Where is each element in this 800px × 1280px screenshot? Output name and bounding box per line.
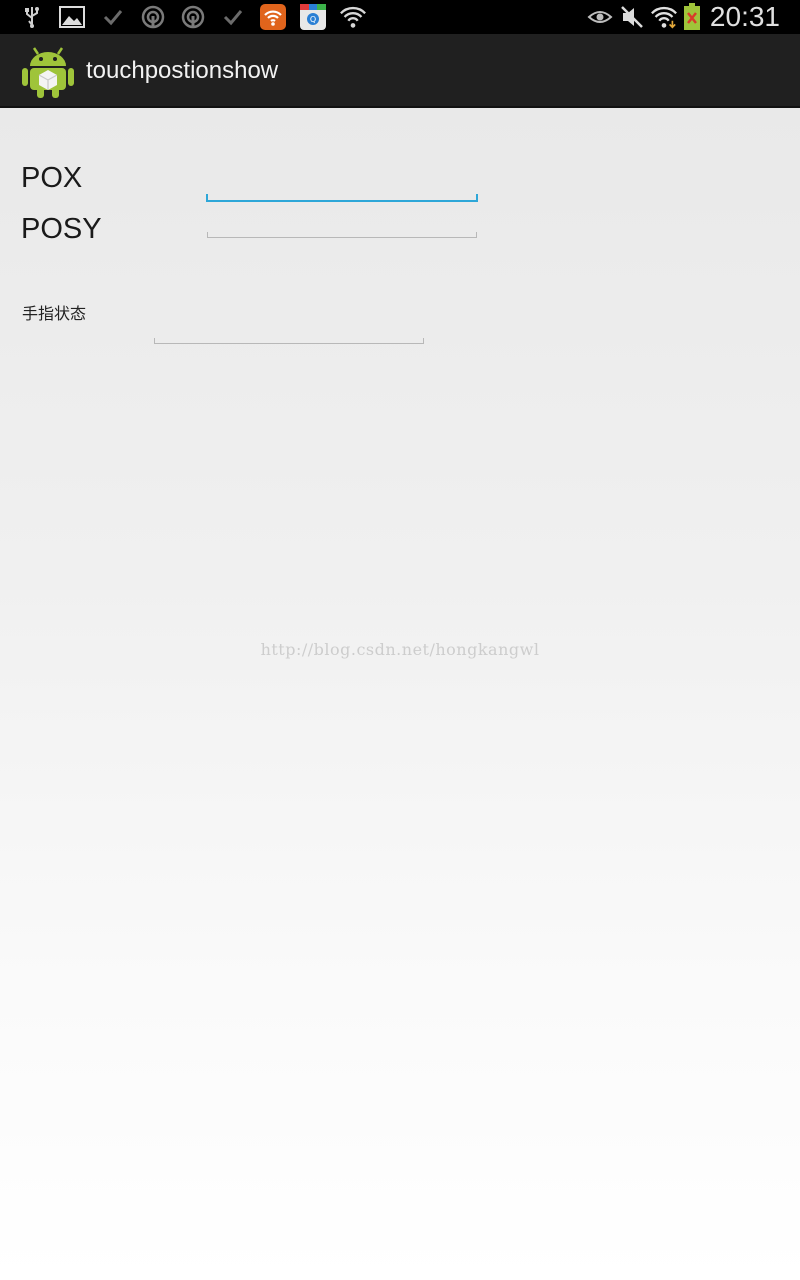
finger-state-label: 手指状态 xyxy=(22,304,87,323)
action-bar: touchpostionshow xyxy=(0,34,800,108)
watermark: http://blog.csdn.net/hongkangwl xyxy=(260,640,540,659)
podcast-icon xyxy=(139,4,167,30)
store-app-icon: Q xyxy=(299,4,327,30)
svg-text:Q: Q xyxy=(310,15,316,24)
battery-icon xyxy=(680,3,704,30)
pox-input[interactable] xyxy=(206,192,478,202)
wifi-question-icon xyxy=(339,4,367,30)
pox-label: POX xyxy=(21,162,83,194)
status-clock: 20:31 xyxy=(709,1,780,32)
podcast-icon xyxy=(179,4,207,30)
main-content: POX POSY 手指状态 http://blog.csdn.net/hongk… xyxy=(0,108,800,1280)
android-icon[interactable] xyxy=(20,42,76,100)
finger-state-input[interactable] xyxy=(154,334,424,344)
wifi-icon xyxy=(650,4,678,30)
app-title: touchpostionshow xyxy=(86,57,279,84)
wifi-hotspot-app-icon xyxy=(259,4,287,30)
usb-icon xyxy=(18,4,46,30)
image-icon xyxy=(58,4,86,30)
mute-icon xyxy=(618,4,646,30)
posy-label: POSY xyxy=(21,213,102,245)
posy-input[interactable] xyxy=(207,228,477,238)
check-icon xyxy=(99,4,127,30)
eye-icon xyxy=(586,4,614,30)
status-bar: Q 20:31 xyxy=(0,0,800,34)
check-icon xyxy=(219,4,247,30)
